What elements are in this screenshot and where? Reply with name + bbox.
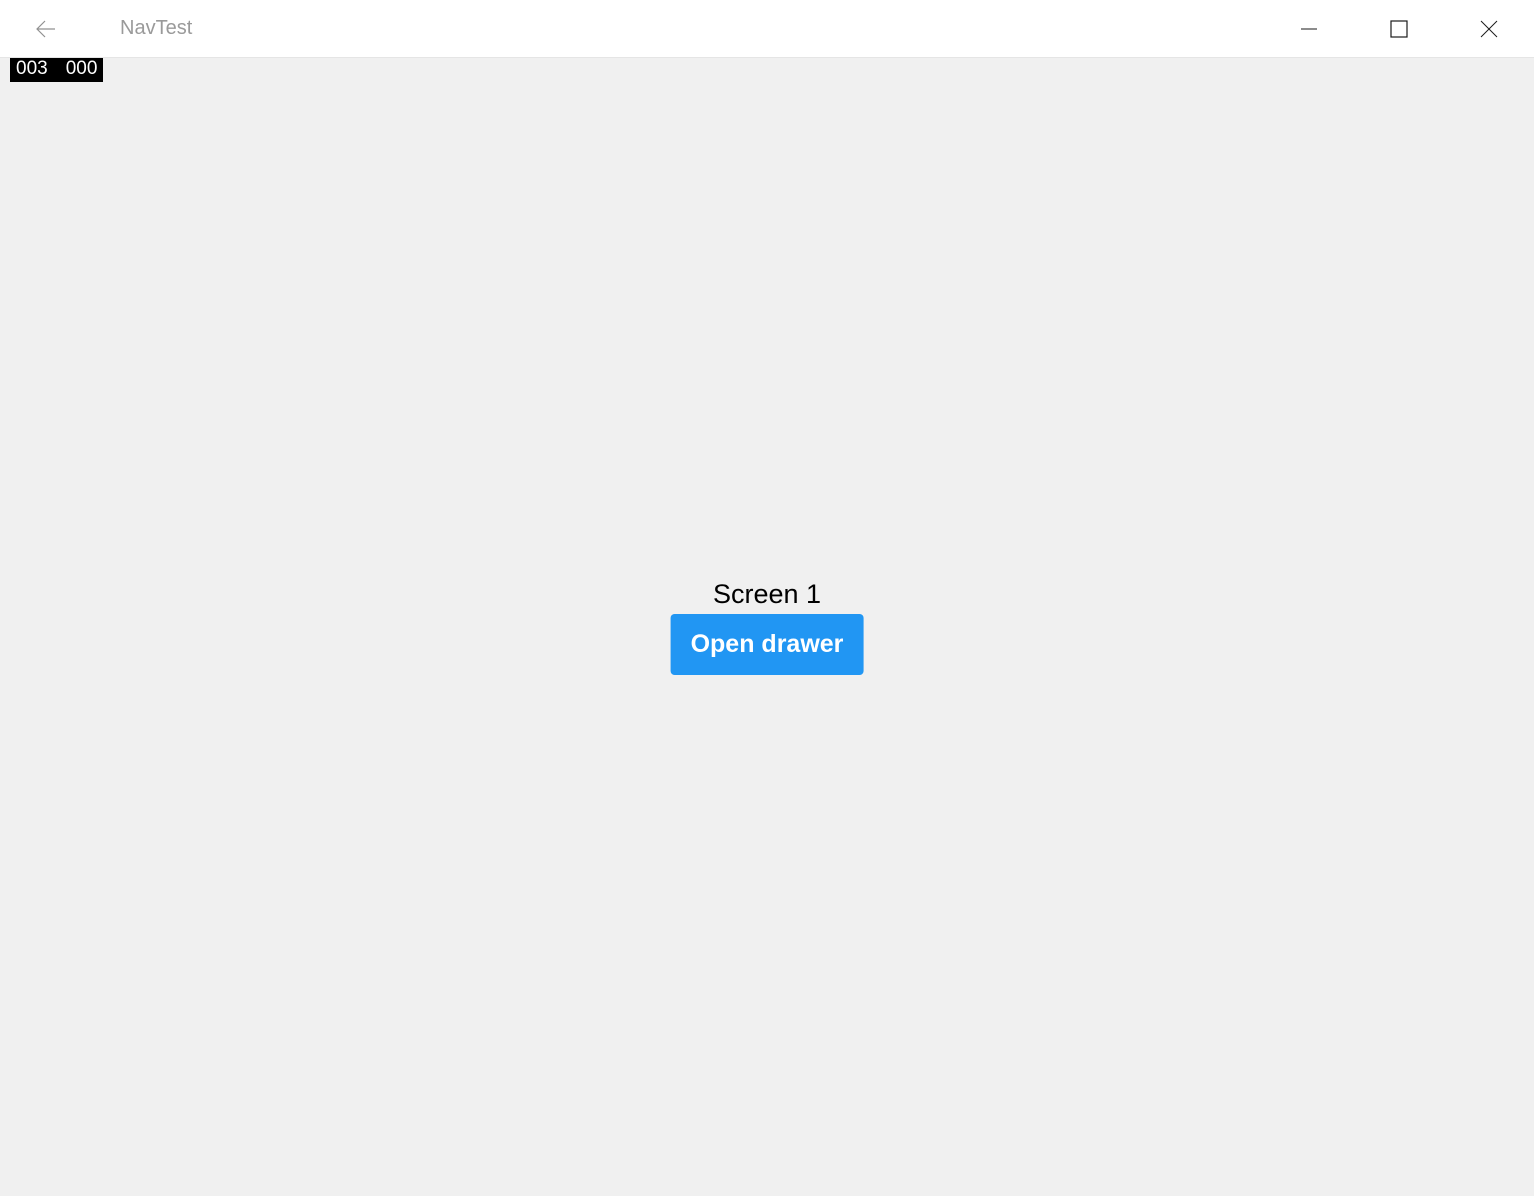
window-controls	[1264, 0, 1534, 57]
open-drawer-button[interactable]: Open drawer	[671, 614, 864, 675]
frame-counter: 003 000	[10, 58, 103, 82]
back-arrow-icon	[33, 17, 57, 41]
close-button[interactable]	[1444, 0, 1534, 57]
minimize-icon	[1300, 20, 1318, 38]
content-area: 003 000 Screen 1 Open drawer	[0, 58, 1534, 1196]
close-icon	[1479, 19, 1499, 39]
app-title: NavTest	[120, 17, 192, 40]
frame-counter-2: 000	[66, 58, 98, 80]
back-button[interactable]	[0, 0, 90, 57]
screen-title: Screen 1	[713, 579, 821, 610]
maximize-button[interactable]	[1354, 0, 1444, 57]
frame-counter-1: 003	[16, 58, 48, 80]
main-center: Screen 1 Open drawer	[671, 579, 864, 675]
titlebar-left: NavTest	[0, 0, 192, 57]
minimize-button[interactable]	[1264, 0, 1354, 57]
titlebar: NavTest	[0, 0, 1534, 58]
maximize-icon	[1390, 20, 1408, 38]
